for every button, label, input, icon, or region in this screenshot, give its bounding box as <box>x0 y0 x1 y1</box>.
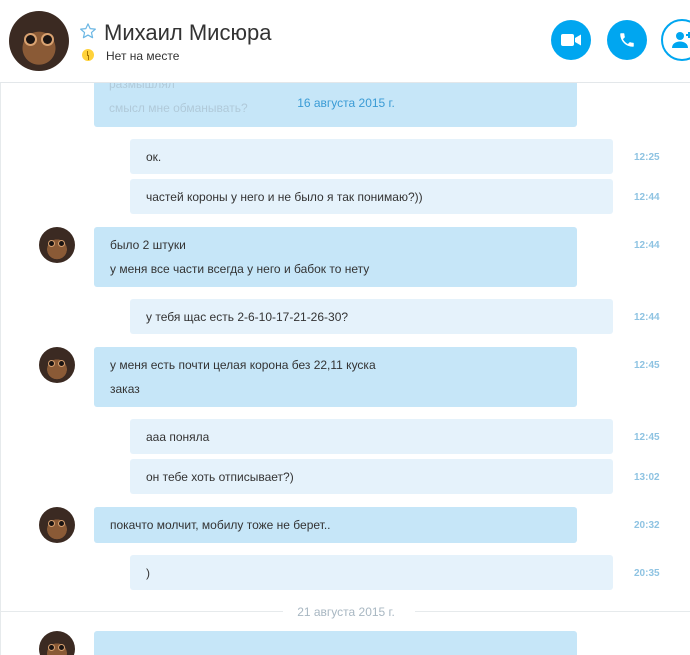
phone-icon <box>620 33 634 47</box>
message-bubble-outgoing[interactable]: ок. <box>130 139 613 174</box>
contact-avatar-small[interactable] <box>39 507 75 543</box>
message-text: он тебе хоть отписывает?) <box>146 470 294 484</box>
message-bubble-outgoing[interactable]: он тебе хоть отписывает?) <box>130 459 613 494</box>
message-text: было 2 штуки <box>110 238 186 252</box>
message-timestamp: 20:35 <box>634 568 660 579</box>
contact-status: Нет на месте <box>106 49 180 63</box>
date-separator: 21 августа 2015 г. <box>297 605 395 619</box>
chat-header: Михаил Мисюра Нет на месте <box>0 0 690 83</box>
message-timestamp: 12:45 <box>634 432 660 443</box>
message-timestamp: 12:44 <box>634 240 660 251</box>
faded-message-text: размышлял <box>109 82 175 91</box>
message-text: у меня все части всегда у него и бабок т… <box>110 262 370 276</box>
contact-name[interactable]: Михаил Мисюра <box>104 20 271 46</box>
star-outline-icon[interactable] <box>79 22 97 40</box>
message-bubble-outgoing[interactable]: частей короны у него и не было я так пон… <box>130 179 613 214</box>
message-bubble-incoming-partial[interactable] <box>94 631 577 655</box>
video-camera-icon <box>561 34 581 46</box>
message-bubble-outgoing[interactable]: ) <box>130 555 613 590</box>
message-timestamp: 12:45 <box>634 360 660 371</box>
video-call-button[interactable] <box>551 20 591 60</box>
message-text: ааа поняла <box>146 430 210 444</box>
message-text: покачто молчит, мобилу тоже не берет.. <box>110 518 331 532</box>
away-clock-icon <box>82 49 94 61</box>
contact-avatar[interactable] <box>9 11 69 71</box>
message-timestamp: 12:25 <box>634 152 660 163</box>
message-text: заказ <box>110 382 140 396</box>
message-timestamp: 13:02 <box>634 472 660 483</box>
message-text: ) <box>146 566 150 580</box>
contact-avatar-small[interactable] <box>39 631 75 655</box>
message-text: частей короны у него и не было я так пон… <box>146 190 423 204</box>
message-bubble-outgoing[interactable]: у тебя щас есть 2-6-10-17-21-26-30? <box>130 299 613 334</box>
message-timestamp: 12:44 <box>634 192 660 203</box>
contact-avatar-small[interactable] <box>39 227 75 263</box>
message-text: у тебя щас есть 2-6-10-17-21-26-30? <box>146 310 349 324</box>
message-list[interactable]: размышлял смысл мне обманывать? 16 авгус… <box>0 82 690 655</box>
add-participant-button[interactable] <box>661 19 690 61</box>
date-separator: 16 августа 2015 г. <box>297 96 395 110</box>
message-timestamp: 12:44 <box>634 312 660 323</box>
audio-call-button[interactable] <box>607 20 647 60</box>
message-bubble-incoming[interactable]: покачто молчит, мобилу тоже не берет.. <box>94 507 577 543</box>
add-person-icon <box>672 32 690 48</box>
message-bubble-outgoing[interactable]: ааа поняла <box>130 419 613 454</box>
message-timestamp: 20:32 <box>634 520 660 531</box>
message-bubble-incoming[interactable]: у меня есть почти целая корона без 22,11… <box>94 347 577 407</box>
message-text: у меня есть почти целая корона без 22,11… <box>110 358 376 372</box>
message-bubble-incoming[interactable]: было 2 штуки у меня все части всегда у н… <box>94 227 577 287</box>
contact-avatar-small[interactable] <box>39 347 75 383</box>
message-text: ок. <box>146 150 162 164</box>
